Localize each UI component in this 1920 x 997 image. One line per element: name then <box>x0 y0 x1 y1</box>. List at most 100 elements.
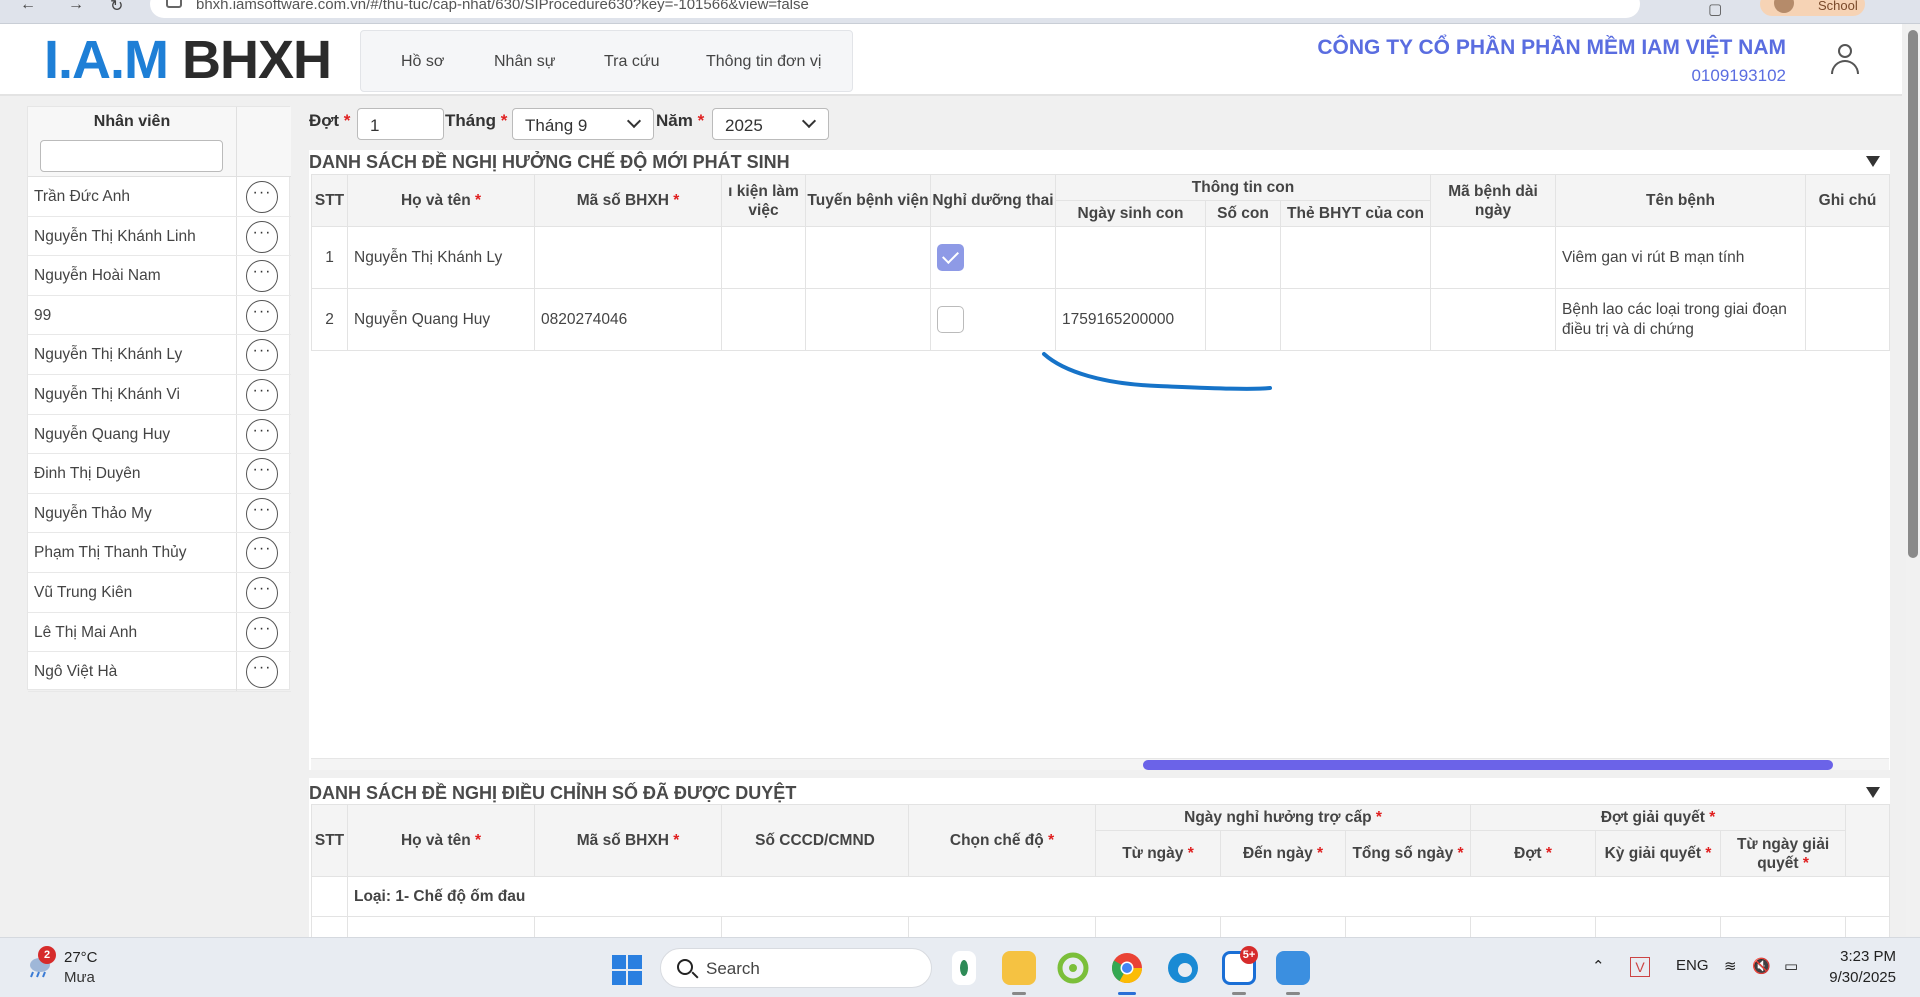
app-logo[interactable]: I.A.M BHXH <box>44 30 332 90</box>
tax-code: 0109193102 <box>1691 66 1786 85</box>
menu-thong-tin-don-vi[interactable]: Thông tin đơn vị <box>706 53 821 71</box>
sidebar-item-employee[interactable]: Nguyễn Thị Khánh Vi ··· <box>28 375 291 415</box>
nghi-duong-thai-checkbox[interactable] <box>937 306 964 333</box>
more-options-icon[interactable]: ··· <box>246 220 278 253</box>
col-dot: Đợt * <box>1470 830 1597 877</box>
sidebar-item-employee[interactable]: Nguyễn Quang Huy ··· <box>28 414 291 455</box>
reload-icon[interactable]: ↻ <box>110 0 123 16</box>
menu-nhan-su[interactable]: Nhân sự <box>494 53 555 71</box>
profile-name: School <box>1818 0 1858 13</box>
page-scrollbar[interactable] <box>1906 24 1920 936</box>
dot-input[interactable]: 1 <box>357 108 444 140</box>
employee-name: Lê Thị Mai Anh <box>34 623 138 641</box>
sidebar-item-employee[interactable]: Nguyễn Thị Khánh Ly ··· <box>28 335 291 375</box>
employee-search-input[interactable] <box>40 140 223 172</box>
group-row[interactable]: Loại: 1- Chế độ ốm đau <box>311 876 1891 917</box>
sidebar-header: Nhân viên <box>28 107 291 177</box>
sidebar-item-employee[interactable]: Ngô Việt Hà ··· <box>28 652 291 692</box>
col-tong-so-ngay: Tổng số ngày * <box>1344 830 1472 877</box>
edge-icon[interactable] <box>1166 951 1200 985</box>
more-options-icon[interactable]: ··· <box>246 497 278 530</box>
sidebar-item-employee[interactable]: Nguyễn Hoài Nam ··· <box>28 256 291 296</box>
cell-ho-ten[interactable]: Nguyễn Quang Huy <box>347 288 535 351</box>
speaker-muted-icon[interactable]: 🔇 <box>1752 957 1771 975</box>
greenshot-icon[interactable] <box>1056 951 1090 985</box>
more-options-icon[interactable]: ··· <box>246 181 278 213</box>
taskbar-search[interactable]: Search <box>660 948 932 988</box>
thang-select[interactable]: Tháng 9 <box>512 108 654 140</box>
forward-icon[interactable]: → <box>68 0 84 14</box>
col-ho-ten: Họ và tên * <box>347 804 535 877</box>
table-horizontal-scrollbar[interactable] <box>311 758 1889 770</box>
menu-tra-cuu[interactable]: Tra cứu <box>604 53 659 71</box>
more-options-icon[interactable]: ··· <box>246 577 278 609</box>
battery-icon[interactable]: ▭ <box>1784 957 1798 975</box>
employee-name: Đinh Thị Duyên <box>34 465 141 483</box>
nghi-duong-thai-checkbox[interactable] <box>937 244 964 271</box>
sidebar-item-employee[interactable]: Nguyễn Thảo My ··· <box>28 493 291 534</box>
collapse-icon[interactable] <box>1866 787 1880 798</box>
cell-ten-benh[interactable]: Viêm gan vi rút B mạn tính <box>1555 226 1806 289</box>
thang-label: Tháng * <box>445 111 508 130</box>
col-ma-benh: Mã bệnh dài ngày <box>1430 174 1556 227</box>
col-ngay-sinh-con: Ngày sinh con <box>1055 200 1206 227</box>
app-tray-icon[interactable]: V <box>1630 957 1650 977</box>
clock-date[interactable]: 9/30/2025 <box>1816 969 1896 986</box>
table-row[interactable]: 1 Nguyễn Thị Khánh Ly Viêm gan vi rút B … <box>311 226 1890 289</box>
collapse-icon[interactable] <box>1866 156 1880 167</box>
weather-condition[interactable]: Mưa <box>64 969 95 986</box>
sidebar-item-employee[interactable]: Lê Thị Mai Anh ··· <box>28 612 291 653</box>
profile-button[interactable]: School <box>1760 0 1865 16</box>
copilot-icon[interactable] <box>952 951 976 985</box>
cell-ngay-sinh-con[interactable]: 1759165200000 <box>1055 288 1206 351</box>
chevron-up-icon[interactable]: ⌃ <box>1592 957 1605 975</box>
sidebar-item-employee[interactable]: Phạm Thị Thanh Thủy ··· <box>28 533 291 573</box>
menu-ho-so[interactable]: Hồ sơ <box>401 53 444 71</box>
site-info-icon[interactable] <box>166 0 182 8</box>
more-options-icon[interactable]: ··· <box>246 656 278 689</box>
photos-icon[interactable] <box>1276 951 1310 985</box>
language-indicator[interactable]: ENG <box>1676 957 1709 974</box>
more-options-icon[interactable]: ··· <box>246 537 278 570</box>
scrollbar-thumb[interactable] <box>1143 760 1833 770</box>
more-options-icon[interactable]: ··· <box>246 379 278 411</box>
chrome-icon[interactable] <box>1110 951 1144 985</box>
table-row[interactable]: 2 Nguyễn Quang Huy 0820274046 1759165200… <box>311 288 1890 351</box>
address-bar[interactable]: bhxh.iamsoftware.com.vn/#/thu-tuc/cap-nh… <box>150 0 1640 18</box>
cell-ten-benh[interactable]: Bệnh lao các loại trong giai đoạn điều tr… <box>1555 288 1806 351</box>
more-options-icon[interactable]: ··· <box>246 458 278 491</box>
url-text: bhxh.iamsoftware.com.vn/#/thu-tuc/cap-nh… <box>196 0 809 13</box>
cell-ma-bhxh[interactable]: 0820274046 <box>534 288 722 351</box>
tabs-icon[interactable]: ▢ <box>1708 0 1722 18</box>
col-thong-tin-con: Thông tin con <box>1055 174 1431 201</box>
more-options-icon[interactable]: ··· <box>246 418 278 451</box>
sidebar-item-employee[interactable]: Trần Đức Anh ··· <box>28 177 291 217</box>
weather-badge: 2 <box>38 946 56 964</box>
temperature[interactable]: 27°C <box>64 949 98 966</box>
more-options-icon[interactable]: ··· <box>246 616 278 649</box>
employee-name: Nguyễn Thị Khánh Linh <box>34 227 196 245</box>
back-icon[interactable]: ← <box>20 0 36 14</box>
col-ho-ten: Họ và tên * <box>347 174 535 227</box>
clock-time[interactable]: 3:23 PM <box>1826 948 1896 965</box>
sidebar-item-employee[interactable]: Vũ Trung Kiên ··· <box>28 573 291 613</box>
nam-select[interactable]: 2025 <box>712 108 829 140</box>
sidebar-item-employee[interactable]: 99 ··· <box>28 295 291 336</box>
search-icon <box>677 959 693 975</box>
more-options-icon[interactable]: ··· <box>246 299 278 332</box>
more-options-icon[interactable]: ··· <box>246 339 278 372</box>
col-cccd: Số CCCD/CMND <box>721 804 909 877</box>
sidebar-item-employee[interactable]: Đinh Thị Duyên ··· <box>28 454 291 494</box>
user-icon[interactable] <box>1830 44 1860 76</box>
file-explorer-icon[interactable] <box>1002 951 1036 985</box>
approved-adjustments-table: STT Họ và tên * Mã số BHXH * Số CCCD/CMN… <box>311 804 1891 957</box>
cell-ngay-sinh-con[interactable] <box>1055 226 1206 289</box>
more-options-icon[interactable]: ··· <box>246 260 278 293</box>
cell-ma-bhxh[interactable] <box>534 226 722 289</box>
sidebar-title: Nhân viên <box>93 113 171 130</box>
cell-ho-ten[interactable]: Nguyễn Thị Khánh Ly <box>347 226 535 289</box>
sidebar-item-employee[interactable]: Nguyễn Thị Khánh Linh ··· <box>28 216 291 257</box>
windows-start-icon[interactable] <box>612 955 642 985</box>
wifi-icon[interactable]: ≋ <box>1724 957 1737 975</box>
col-tuyen-bv: Tuyến bệnh viện <box>805 174 931 227</box>
